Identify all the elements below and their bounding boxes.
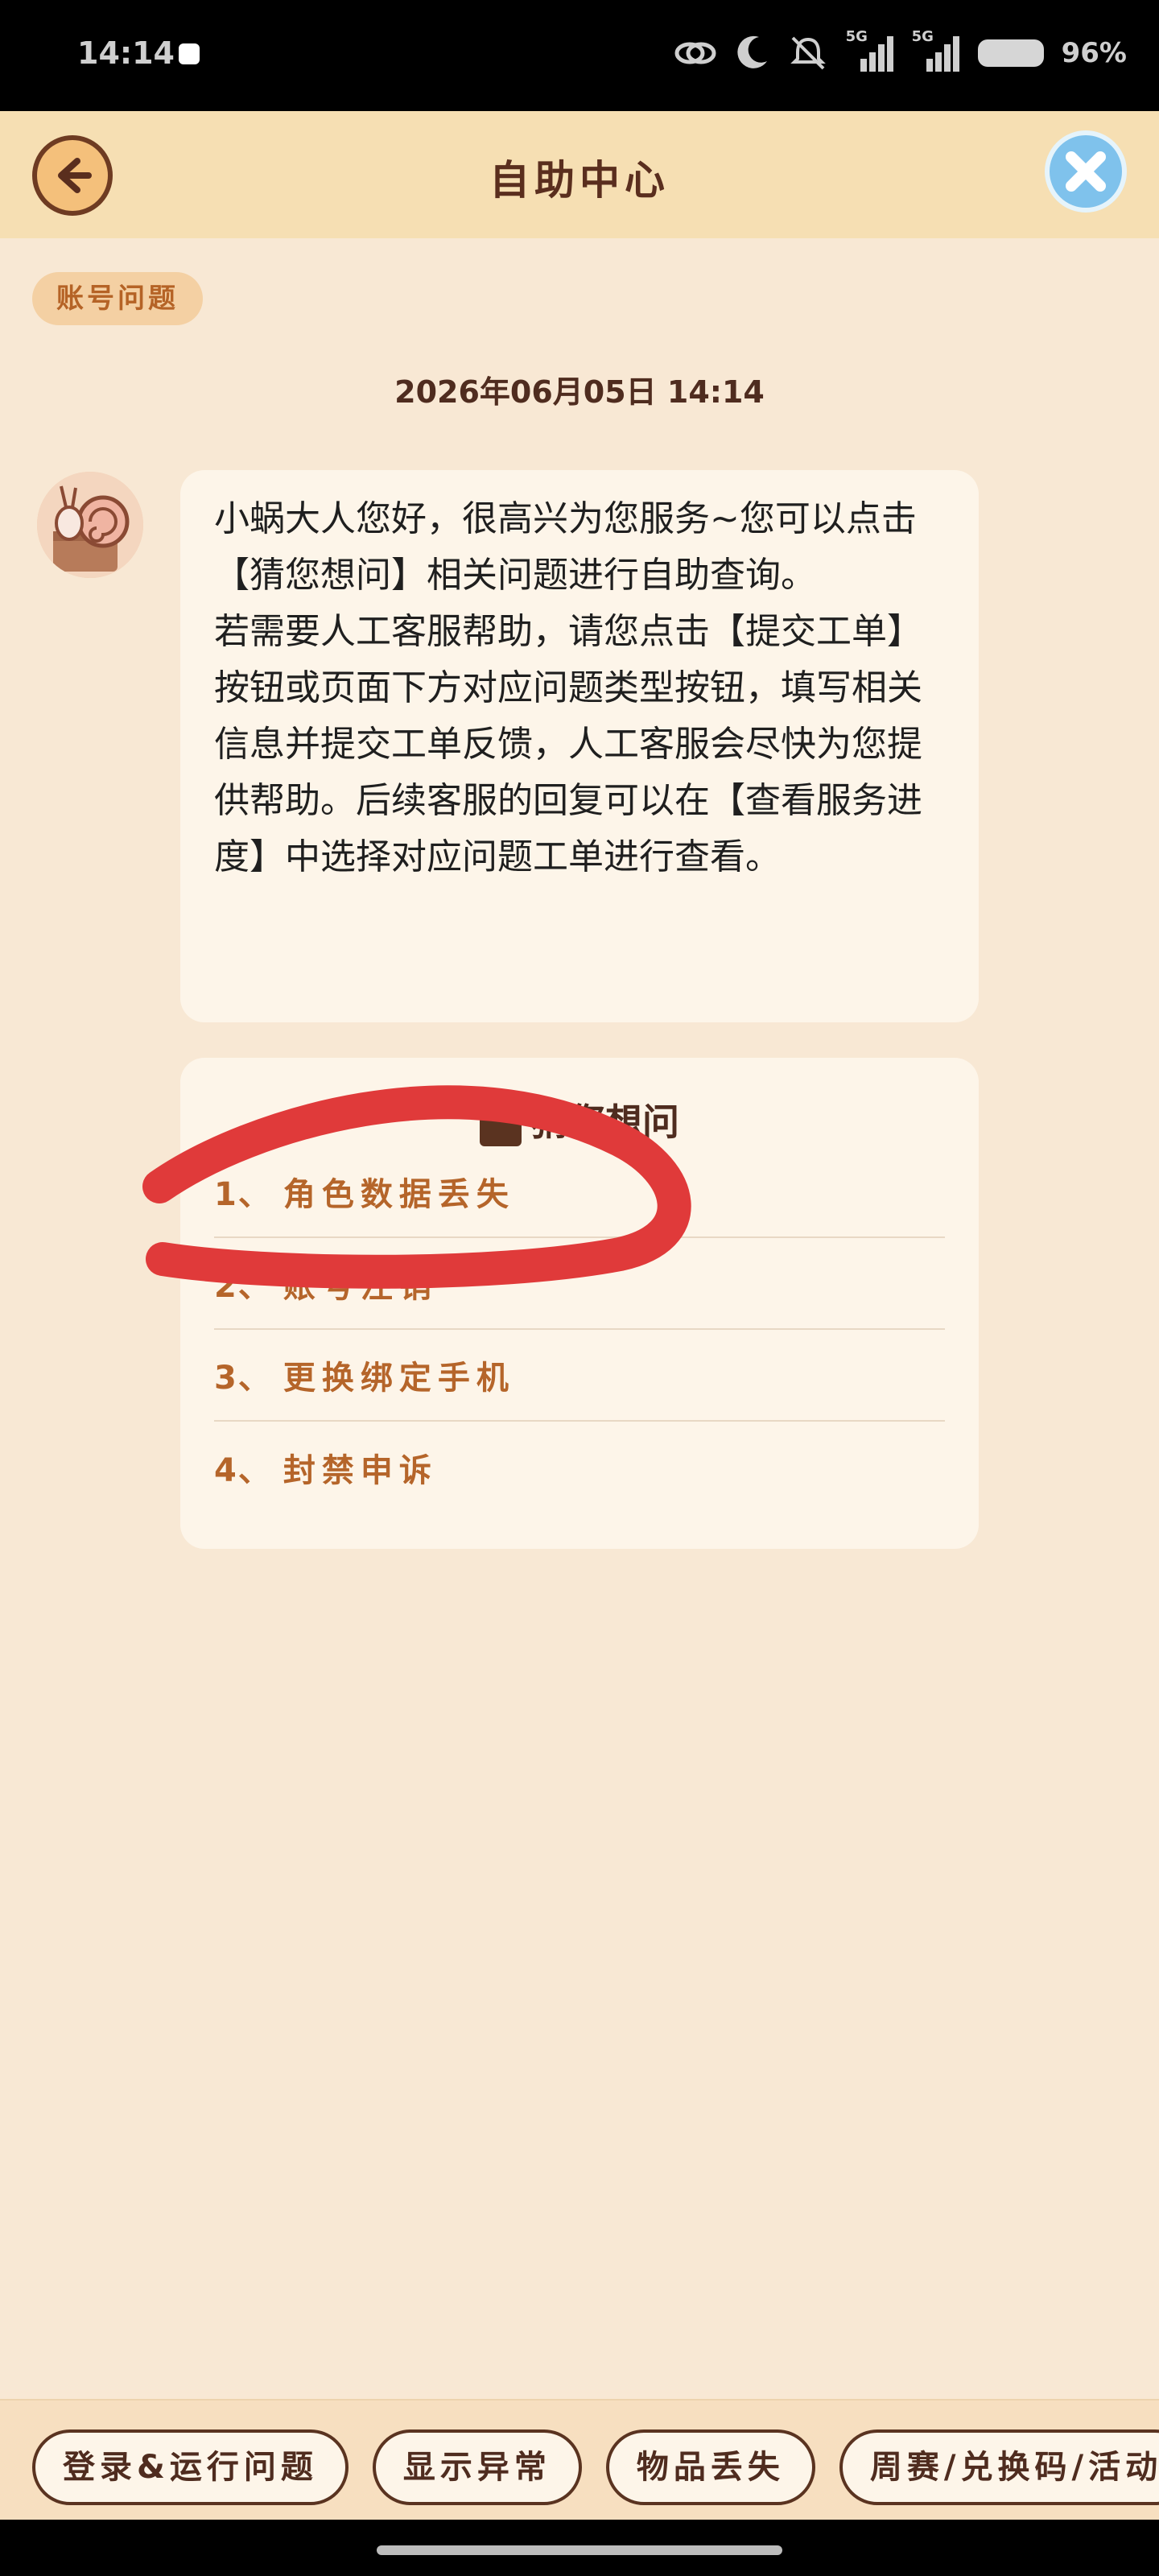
message-paragraph: 小蜗大人您好，很高兴为您服务~您可以点击【猜您想问】相关问题进行自助查询。 bbox=[214, 498, 917, 596]
faq-list: 1、 角色数据丢失 2、 账号注销 3、 更换绑定手机 4、 封禁申诉 bbox=[214, 1146, 945, 1513]
page-title: 自助中心 bbox=[489, 157, 670, 204]
faq-item-label: 角色数据丢失 bbox=[283, 1176, 515, 1213]
close-icon bbox=[1066, 151, 1106, 192]
signal-2: 5G bbox=[912, 28, 960, 73]
bottom-category-bar: 登录&运行问题 显示异常 物品丢失 周赛/兑换码/活动 bbox=[0, 2399, 1159, 2520]
chat-message-bubble: 小蜗大人您好，很高兴为您服务~您可以点击【猜您想问】相关问题进行自助查询。 若需… bbox=[180, 470, 979, 1022]
signal-1: 5G bbox=[846, 28, 894, 73]
home-indicator[interactable] bbox=[377, 2545, 782, 2555]
tiktok-notification-icon bbox=[179, 43, 200, 64]
chat-timestamp: 2026年06月05日 14:14 bbox=[394, 374, 765, 410]
category-badge[interactable]: 账号问题 bbox=[32, 272, 203, 325]
faq-item-number: 3、 bbox=[214, 1360, 272, 1397]
chip-events[interactable]: 周赛/兑换码/活动 bbox=[839, 2429, 1159, 2505]
faq-item-account-cancel[interactable]: 2、 账号注销 bbox=[214, 1238, 945, 1330]
faq-item-number: 4、 bbox=[214, 1452, 272, 1489]
header: 自助中心 bbox=[0, 111, 1159, 238]
faq-item-ban-appeal[interactable]: 4、 封禁申诉 bbox=[214, 1422, 945, 1513]
status-bar: 14:14 5G 5G 96% bbox=[0, 0, 1159, 111]
signal-bars-icon bbox=[926, 36, 959, 72]
faq-item-number: 1、 bbox=[214, 1176, 272, 1213]
battery-icon bbox=[977, 39, 1044, 67]
close-button[interactable] bbox=[1045, 130, 1127, 213]
faq-card: 猜您想问 1、 角色数据丢失 2、 账号注销 3、 更换绑定手机 4、 封禁申诉 bbox=[180, 1058, 979, 1549]
snail-avatar bbox=[37, 472, 143, 578]
faq-item-change-phone[interactable]: 3、 更换绑定手机 bbox=[214, 1330, 945, 1422]
chip-item-lost[interactable]: 物品丢失 bbox=[605, 2429, 815, 2505]
faq-item-label: 更换绑定手机 bbox=[283, 1360, 515, 1397]
chip-row: 登录&运行问题 显示异常 物品丢失 周赛/兑换码/活动 bbox=[32, 2429, 1159, 2505]
status-time: 14:14 bbox=[77, 35, 175, 71]
signal-bars-icon bbox=[860, 36, 893, 72]
faq-title-text: 猜您想问 bbox=[531, 1100, 679, 1144]
mute-bell-icon bbox=[790, 36, 826, 70]
chip-display-issues[interactable]: 显示异常 bbox=[372, 2429, 582, 2505]
faq-item-number: 2、 bbox=[214, 1268, 272, 1305]
status-icons: 5G 5G 96% bbox=[674, 28, 1127, 77]
moon-icon bbox=[736, 35, 767, 68]
faq-item-label: 账号注销 bbox=[283, 1268, 438, 1305]
link-icon bbox=[674, 42, 716, 64]
faq-item-role-data-lost[interactable]: 1、 角色数据丢失 bbox=[214, 1146, 945, 1238]
message-paragraph: 若需要人工客服帮助，请您点击【提交工单】按钮或页面下方对应问题类型按钮，填写相关… bbox=[214, 611, 922, 877]
faq-title: 猜您想问 bbox=[180, 1093, 979, 1146]
faq-item-label: 封禁申诉 bbox=[283, 1452, 438, 1489]
snail-icon bbox=[37, 472, 143, 578]
question-card-icon bbox=[480, 1093, 522, 1146]
battery-level: 96% bbox=[1061, 37, 1127, 69]
chip-login-issues[interactable]: 登录&运行问题 bbox=[32, 2429, 349, 2505]
